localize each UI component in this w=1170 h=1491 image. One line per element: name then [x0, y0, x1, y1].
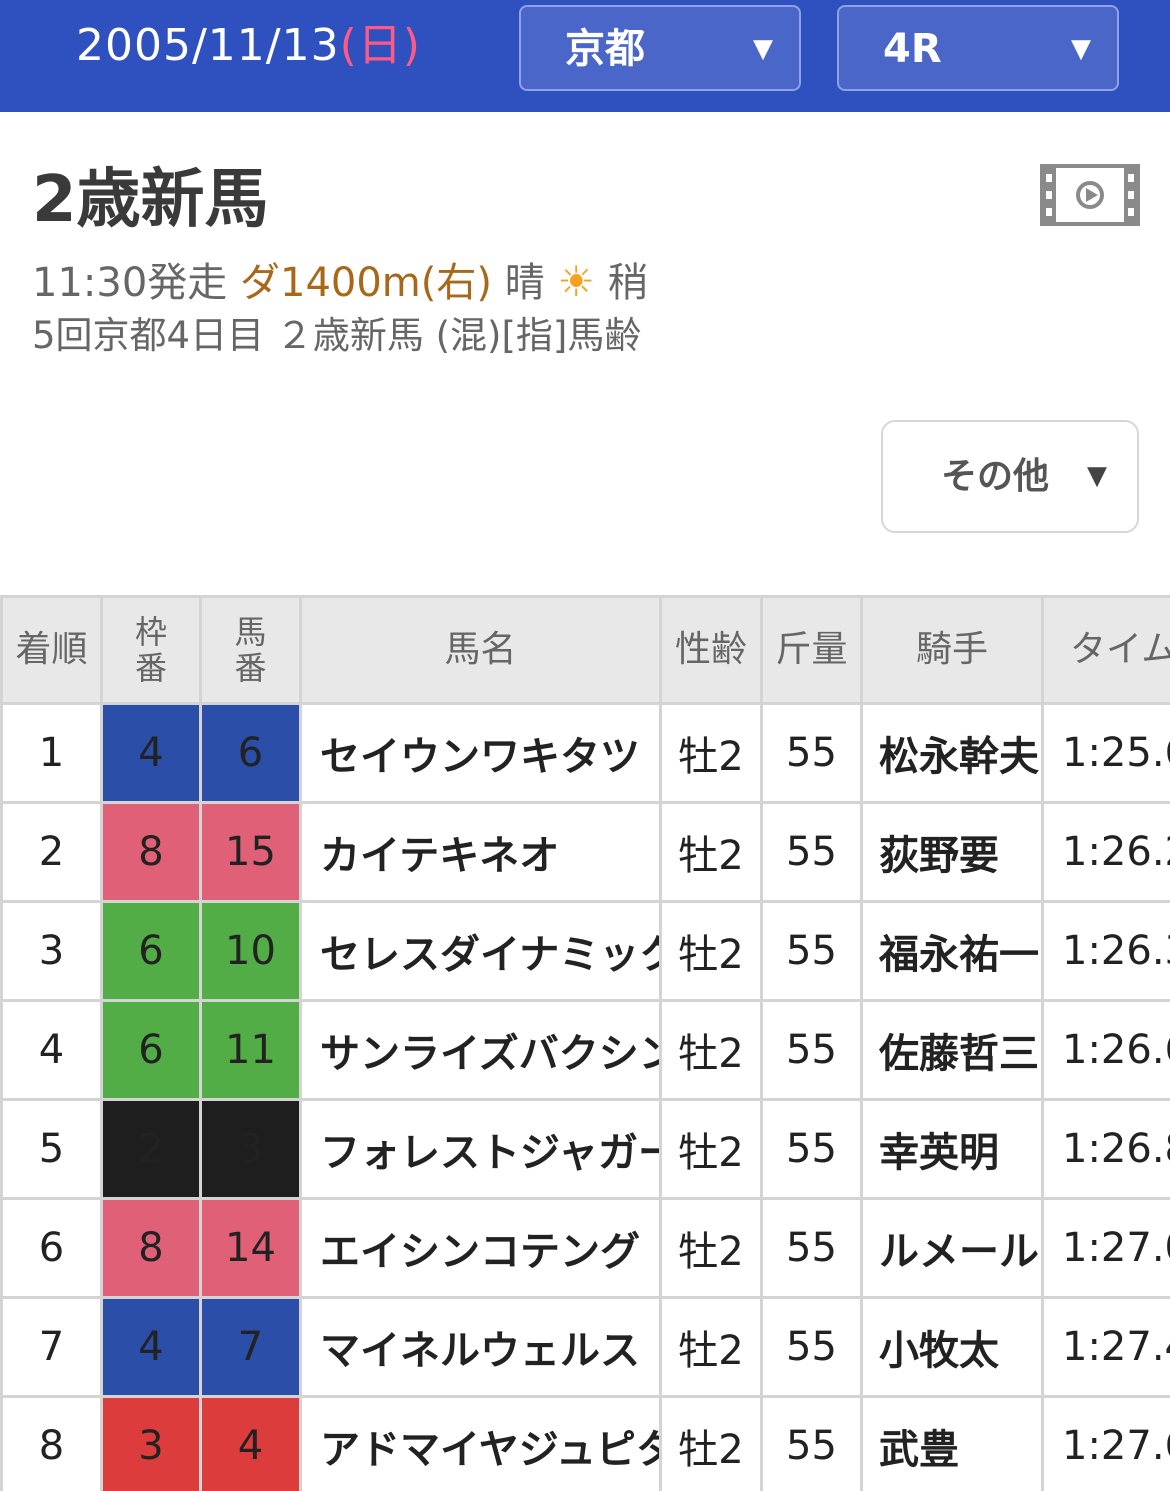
col-header-uma[interactable]: 馬番 — [199, 595, 302, 705]
weight-cell: 55 — [760, 801, 863, 903]
weight-cell: 55 — [760, 1395, 863, 1491]
sex-age-cell: 牡2 — [659, 702, 763, 804]
horse-name-link[interactable]: マイネルウェルス — [299, 1296, 662, 1398]
jockey-link[interactable]: ルメール — [860, 1197, 1044, 1299]
col-header-waku-bottom: 番 — [134, 649, 167, 687]
horse-name-link[interactable]: フォレストジャガー — [299, 1098, 662, 1200]
horse-name-link[interactable]: セレスダイナミック — [299, 900, 662, 1002]
time-cell: 1:27.6 — [1041, 1395, 1170, 1491]
jockey-link[interactable]: 佐藤哲三 — [860, 999, 1044, 1101]
waku-cell: 4 — [100, 1296, 202, 1398]
weight-cell: 55 — [760, 702, 863, 804]
rank-cell: 5 — [0, 1098, 103, 1200]
horse-name-link[interactable]: セイウンワキタツ — [299, 702, 662, 804]
jockey-link[interactable]: 荻野要 — [860, 801, 1044, 903]
table-row[interactable]: 4611サンライズバクシン牡255佐藤哲三1:26.6 — [0, 999, 1170, 1101]
time-cell: 1:26.2 — [1041, 801, 1170, 903]
sex-age-cell: 牡2 — [659, 1296, 763, 1398]
col-header-uma-bottom: 番 — [234, 649, 267, 687]
rank-cell: 2 — [0, 801, 103, 903]
rank-cell: 3 — [0, 900, 103, 1002]
uma-cell: 11 — [199, 999, 302, 1101]
table-row[interactable]: 3610セレスダイナミック牡255福永祐一1:26.3 — [0, 900, 1170, 1002]
uma-cell: 6 — [199, 702, 302, 804]
sex-age-cell: 牡2 — [659, 1098, 763, 1200]
time-cell: 1:26.3 — [1041, 900, 1170, 1002]
col-header-name[interactable]: 馬名 — [299, 595, 662, 705]
sex-age-cell: 牡2 — [659, 900, 763, 1002]
sex-age-cell: 牡2 — [659, 999, 763, 1101]
weight-cell: 55 — [760, 1197, 863, 1299]
weight-cell: 55 — [760, 1296, 863, 1398]
table-row[interactable]: 523フォレストジャガー牡255幸英明1:26.8 — [0, 1098, 1170, 1200]
jockey-link[interactable]: 松永幹夫 — [860, 702, 1044, 804]
col-header-rank[interactable]: 着順 — [0, 595, 103, 705]
time-cell: 1:26.6 — [1041, 999, 1170, 1101]
col-header-time[interactable]: タイム — [1041, 595, 1170, 705]
waku-cell: 6 — [100, 900, 202, 1002]
jockey-link[interactable]: 武豊 — [860, 1395, 1044, 1491]
table-row[interactable]: 747マイネルウェルス牡255小牧太1:27.4 — [0, 1296, 1170, 1398]
weight-cell: 55 — [760, 999, 863, 1101]
rank-cell: 6 — [0, 1197, 103, 1299]
waku-cell: 8 — [100, 1197, 202, 1299]
results-table: 着順 枠番 馬番 馬名 性齢 斤量 騎手 タイム 1 4 6 セイウンワキタツ 牡2 55… — [0, 595, 1170, 1491]
jockey-link[interactable]: 福永祐一 — [860, 900, 1044, 1002]
col-header-waku-top: 枠 — [134, 613, 167, 651]
uma-cell: 7 — [199, 1296, 302, 1398]
uma-cell: 4 — [199, 1395, 302, 1491]
time-cell: 1:26.8 — [1041, 1098, 1170, 1200]
sex-age-cell: 牡2 — [659, 1197, 763, 1299]
col-header-jockey[interactable]: 騎手 — [860, 595, 1044, 705]
uma-cell: 3 — [199, 1098, 302, 1200]
waku-cell: 6 — [100, 999, 202, 1101]
table-row[interactable]: 146セイウンワキタツ牡255松永幹夫1:25.6 — [0, 702, 1170, 804]
horse-name-link[interactable]: エイシンコテング — [299, 1197, 662, 1299]
uma-cell: 14 — [199, 1197, 302, 1299]
waku-cell: 8 — [100, 801, 202, 903]
table-header-row: 着順 枠番 馬番 馬名 性齢 斤量 騎手 タイム — [0, 595, 1170, 705]
col-header-weight[interactable]: 斤量 — [760, 595, 863, 705]
table-row[interactable]: 834アドマイヤジュピタ牡255武豊1:27.6 — [0, 1395, 1170, 1491]
rank-cell: 7 — [0, 1296, 103, 1398]
results-table-viewport[interactable]: 着順 枠番 馬番 馬名 性齢 斤量 騎手 タイム 1 4 6 セイウンワキタツ 牡2 55… — [0, 0, 1170, 1491]
jockey-link[interactable]: 小牧太 — [860, 1296, 1044, 1398]
rank-cell: 4 — [0, 999, 103, 1101]
jockey-link[interactable]: 幸英明 — [860, 1098, 1044, 1200]
table-row[interactable]: 2815カイテキネオ牡255荻野要1:26.2 — [0, 801, 1170, 903]
time-cell: 1:27.4 — [1041, 1296, 1170, 1398]
time-cell: 1:27.0 — [1041, 1197, 1170, 1299]
rank-cell: 1 — [0, 702, 103, 804]
horse-name-link[interactable]: サンライズバクシン — [299, 999, 662, 1101]
horse-name-link[interactable]: カイテキネオ — [299, 801, 662, 903]
col-header-sexage[interactable]: 性齢 — [659, 595, 763, 705]
time-cell: 1:25.6 — [1041, 702, 1170, 804]
waku-cell: 4 — [100, 702, 202, 804]
col-header-uma-top: 馬 — [234, 613, 267, 651]
sex-age-cell: 牡2 — [659, 1395, 763, 1491]
horse-name-link[interactable]: アドマイヤジュピタ — [299, 1395, 662, 1491]
waku-cell: 2 — [100, 1098, 202, 1200]
sex-age-cell: 牡2 — [659, 801, 763, 903]
table-row[interactable]: 6814エイシンコテング牡255ルメール1:27.0 — [0, 1197, 1170, 1299]
waku-cell: 3 — [100, 1395, 202, 1491]
rank-cell: 8 — [0, 1395, 103, 1491]
uma-cell: 10 — [199, 900, 302, 1002]
uma-cell: 15 — [199, 801, 302, 903]
weight-cell: 55 — [760, 1098, 863, 1200]
col-header-waku[interactable]: 枠番 — [100, 595, 202, 705]
weight-cell: 55 — [760, 900, 863, 1002]
